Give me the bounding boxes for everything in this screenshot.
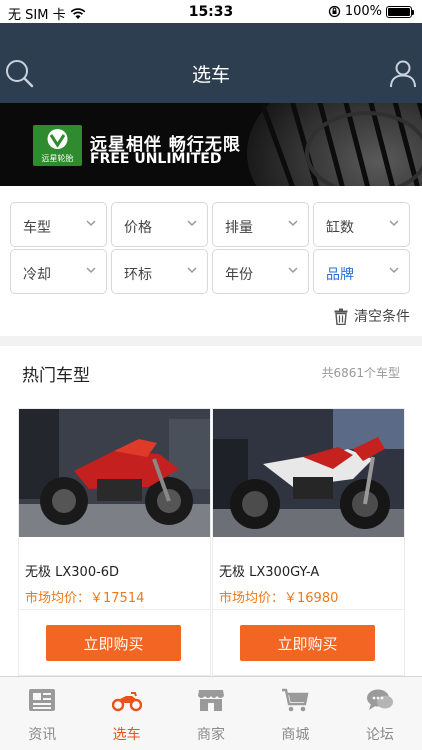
filter-cylinders[interactable]: 缸数 [313,202,410,247]
divider [213,609,404,610]
motorcycle-photo [213,409,404,537]
tire-image [247,103,422,186]
news-icon [29,689,56,711]
tab-label: 商城 [281,727,310,743]
filter-panel: 车型 价格 排量 缸数 冷却 环标 年份 品牌 清空条件 [0,186,422,336]
divider [19,609,210,610]
filter-label: 价格 [124,220,152,236]
filter-type[interactable]: 车型 [10,202,107,247]
rotation-lock-icon [328,5,340,18]
filter-brand[interactable]: 品牌 [313,249,410,294]
filter-price[interactable]: 价格 [111,202,208,247]
chat-icon [366,689,393,710]
motorcycle-photo [19,409,210,537]
filter-label: 冷却 [23,267,51,283]
filter-label: 品牌 [326,267,354,283]
store-icon [198,690,225,711]
brand-logo: 远星轮胎 [33,125,82,166]
filter-label: 环标 [124,267,152,283]
model-name: 无极 LX300GY-A [219,565,320,580]
chevron-down-icon [288,220,298,227]
buy-now-button[interactable]: 立即购买 [46,625,181,661]
tab-news[interactable]: 资讯 [0,677,84,750]
model-price: 市场均价：￥17514 [25,591,145,606]
user-icon[interactable] [388,58,418,88]
buy-now-button[interactable]: 立即购买 [240,625,375,661]
tab-label: 选车 [112,727,141,743]
tab-label: 资讯 [28,727,57,743]
section-title: 热门车型 [22,366,90,386]
chevron-down-icon [187,267,197,274]
filter-label: 年份 [225,267,253,283]
filter-emission[interactable]: 环标 [111,249,208,294]
model-card[interactable]: 无极 LX300-6D 市场均价：￥17514 立即购买 [18,408,211,676]
banner-slogan-en: FREE UNLIMITED [90,151,222,167]
cart-icon [282,688,309,712]
filter-displacement[interactable]: 排量 [212,202,309,247]
filter-label: 排量 [225,220,253,236]
status-bar: 无 SIM 卡 15:33 100% [0,0,422,23]
chevron-down-icon [389,267,399,274]
model-card[interactable]: 无极 LX300GY-A 市场均价：￥16980 立即购买 [212,408,405,676]
clear-filters-label: 清空条件 [354,309,410,325]
motorcycle-icon [111,692,142,712]
hot-models-section: 热门车型 共6861个车型 无极 LX300-6D 市场均价：￥17514 立即… [0,346,422,676]
chevron-down-icon [288,267,298,274]
ad-banner[interactable]: 远星轮胎 远星相伴 畅行无限 FREE UNLIMITED [0,103,422,186]
clear-filters-button[interactable]: 清空条件 [334,306,410,326]
tab-stores[interactable]: 商家 [169,677,253,750]
model-name: 无极 LX300-6D [25,565,120,580]
chevron-down-icon [86,220,96,227]
chevron-down-icon [187,220,197,227]
nav-bar: 选车 [0,23,422,103]
tab-label: 商家 [197,727,226,743]
model-count: 共6861个车型 [321,366,400,380]
tab-mall[interactable]: 商城 [253,677,337,750]
trash-icon [334,308,348,325]
filter-cooling[interactable]: 冷却 [10,249,107,294]
filter-label: 车型 [23,220,51,236]
logo-text: 远星轮胎 [41,154,74,163]
model-price: 市场均价：￥16980 [219,591,339,606]
filter-year[interactable]: 年份 [212,249,309,294]
filter-label: 缸数 [326,220,354,236]
battery-icon [386,5,414,18]
chevron-down-icon [86,267,96,274]
chevron-down-icon [389,220,399,227]
tab-select-car[interactable]: 选车 [84,677,168,750]
tab-bar: 资讯 选车 商家 商城 论坛 [0,676,422,750]
tab-forum[interactable]: 论坛 [338,677,422,750]
battery-percent: 100% [344,4,382,19]
logo-emblem-icon [47,129,68,149]
page-title: 选车 [191,64,230,86]
tab-label: 论坛 [365,727,394,743]
